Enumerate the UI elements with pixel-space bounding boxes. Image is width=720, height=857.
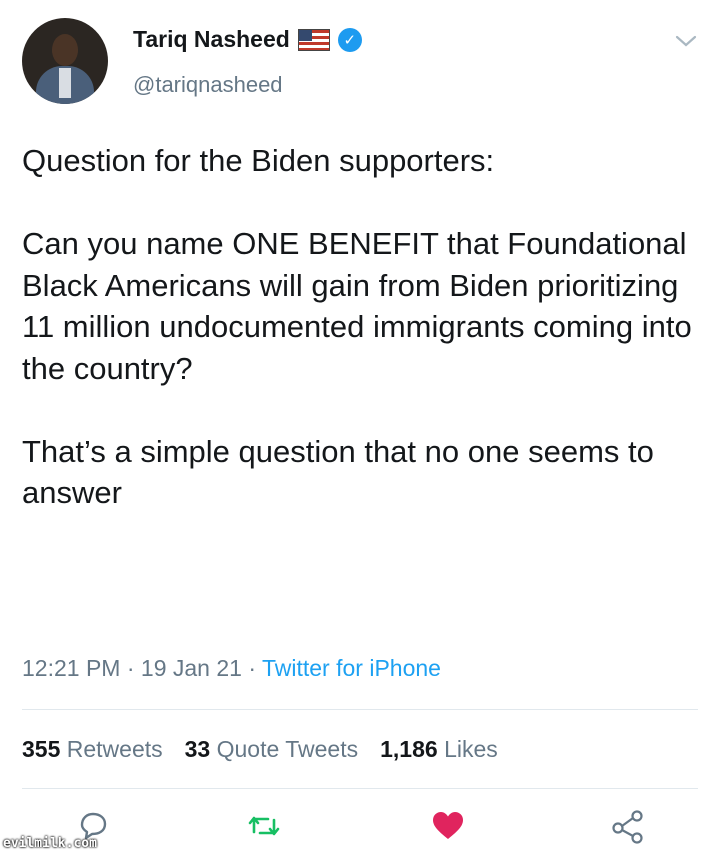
likes-count: 1,186 [380, 736, 438, 762]
tweet-paragraph: Question for the Biden supporters: [22, 143, 495, 178]
tweet-actions [0, 800, 720, 850]
author-name-row[interactable]: Tariq Nasheed ✓ [133, 26, 362, 53]
divider [22, 709, 698, 710]
avatar-shirt [59, 68, 71, 98]
verified-badge-icon: ✓ [337, 27, 362, 52]
us-flag-icon [297, 28, 330, 51]
tweet-source-link[interactable]: Twitter for iPhone [262, 655, 441, 681]
share-button[interactable] [610, 810, 646, 849]
divider [22, 788, 698, 789]
avatar-head [52, 34, 78, 66]
retweet-icon [246, 816, 282, 846]
like-button[interactable] [430, 810, 466, 847]
heart-icon [430, 812, 466, 846]
tweet-meta: 12:21 PM · 19 Jan 21 · Twitter for iPhon… [22, 655, 441, 682]
meta-separator: · [126, 655, 135, 681]
retweet-button[interactable] [246, 810, 282, 847]
likes-stat[interactable]: 1,186 Likes [380, 736, 498, 763]
tweet-stats: 355 Retweets 33 Quote Tweets 1,186 Likes [22, 736, 498, 763]
author-name[interactable]: Tariq Nasheed [133, 26, 290, 53]
quote-tweets-label: Quote Tweets [216, 736, 359, 762]
retweets-stat[interactable]: 355 Retweets [22, 736, 163, 763]
likes-label: Likes [444, 736, 498, 762]
quote-tweets-count: 33 [184, 736, 211, 762]
tweet-paragraph: Can you name ONE BENEFIT that Foundation… [22, 226, 692, 386]
meta-separator: · [248, 655, 256, 681]
retweets-count: 355 [22, 736, 61, 762]
share-icon [610, 810, 646, 848]
avatar[interactable] [22, 18, 108, 104]
watermark: evilmilk.com [3, 836, 97, 851]
quote-tweets-stat[interactable]: 33 Quote Tweets [185, 736, 358, 763]
tweet-time[interactable]: 12:21 PM [22, 655, 120, 681]
retweets-label: Retweets [66, 736, 163, 762]
tweet-paragraph: That’s a simple question that no one see… [22, 433, 654, 511]
tweet-date[interactable]: 19 Jan 21 [141, 655, 242, 681]
author-handle[interactable]: @tariqnasheed [133, 72, 283, 98]
chevron-down-icon[interactable] [675, 28, 697, 54]
tweet-text: Question for the Biden supporters: Can y… [22, 140, 702, 514]
